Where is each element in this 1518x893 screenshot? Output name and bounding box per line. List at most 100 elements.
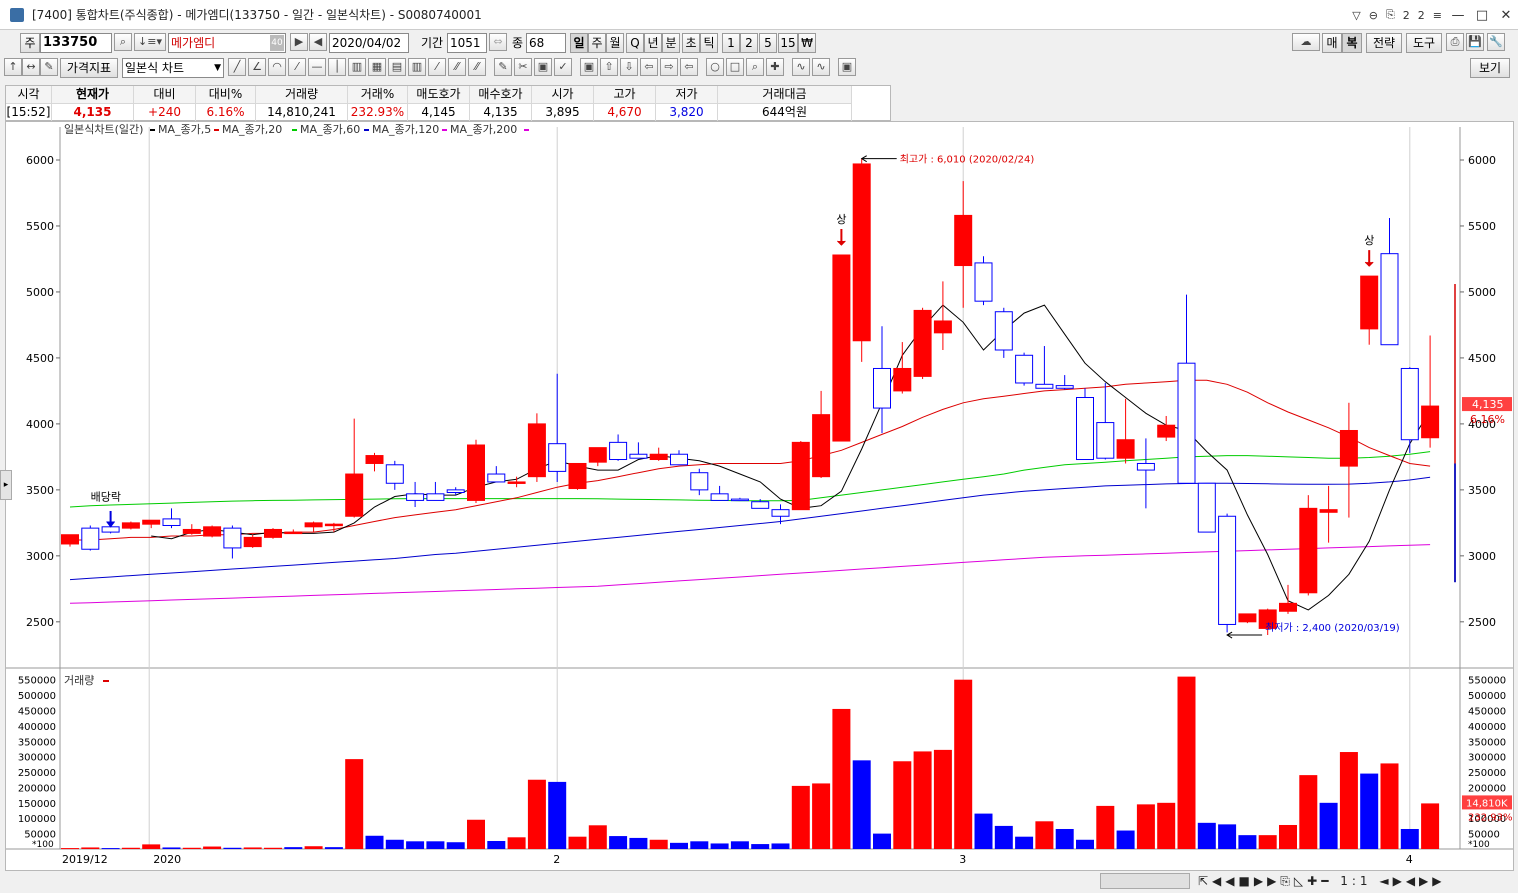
copy-icon[interactable]: ⎘ [1386, 8, 1395, 22]
wave2-icon[interactable]: ∿ [812, 58, 830, 76]
menu-icon[interactable]: ≡ [1433, 9, 1442, 22]
arrow-right-icon[interactable]: ⇨ [660, 58, 678, 76]
candle-body [609, 441, 628, 461]
split-number[interactable]: 2 [1418, 9, 1425, 22]
prev-icon[interactable]: ◀ [309, 33, 327, 51]
market-selector[interactable]: 주 [20, 33, 40, 53]
navigation-controls[interactable]: ⇱◀◀■▶▶⎘◺✚━ 1:1 ◄▶◀▶▶ [1198, 871, 1446, 891]
compound-button[interactable]: 복 [1342, 33, 1362, 53]
vol-tick-label: 100000 [18, 814, 56, 825]
pen-icon[interactable]: ✎ [494, 58, 512, 76]
period-button-3[interactable]: Q [626, 33, 644, 53]
stock-code-input[interactable]: 133750 [40, 33, 112, 53]
angle-icon[interactable]: ∠ [248, 58, 266, 76]
candle-body [365, 455, 384, 464]
y-tick-label: 3000 [26, 550, 54, 563]
scroll-thumb[interactable] [1100, 873, 1190, 889]
volume-bar [1258, 835, 1277, 849]
trendline-icon[interactable]: ╱ [228, 58, 246, 76]
candlestick-chart[interactable]: 6000 6000 5500 5500 5000 5000 4500 4500 4000 4000… [6, 122, 1513, 870]
cycle-icon[interactable]: ▥ [408, 58, 426, 76]
vline-icon[interactable]: │ [328, 58, 346, 76]
buy-sell-button[interactable]: 매 [1322, 33, 1342, 53]
quote-header: 저가 [656, 86, 717, 104]
period-button-2[interactable]: 월 [606, 33, 624, 53]
candle-body [182, 528, 201, 534]
fit-icon[interactable]: ⇔ [489, 33, 507, 51]
filter-icon[interactable]: ▽ [1352, 9, 1360, 22]
side-panel-toggle[interactable]: ▸ [0, 470, 12, 500]
period-button-0[interactable]: 일 [570, 33, 588, 53]
count-input[interactable]: 68 [526, 33, 566, 53]
fibo-icon[interactable]: ▥ [348, 58, 366, 76]
indicator-button[interactable]: 가격지표 [60, 58, 118, 78]
next-icon[interactable]: ▶ [290, 33, 308, 51]
period-button-12[interactable]: ₩ [798, 33, 816, 53]
link-icon[interactable]: ⊖ [1369, 9, 1378, 22]
candle-body [507, 481, 526, 484]
y-tick-label-right: 6000 [1468, 154, 1496, 167]
y-tick-label: 4000 [26, 418, 54, 431]
period-button-10[interactable]: 5 [759, 33, 777, 53]
channel-icon[interactable]: ⁄ [428, 58, 446, 76]
arrow-up-icon[interactable]: ⇧ [600, 58, 618, 76]
quote-header: 거래대금 [718, 86, 851, 104]
speed-icon[interactable]: ⁄⁄ [468, 58, 486, 76]
save-icon[interactable]: 💾 [1466, 33, 1484, 51]
tools-button[interactable]: 도구 [1406, 33, 1442, 53]
period-button-5[interactable]: 분 [662, 33, 680, 53]
strategy-button[interactable]: 전략 [1366, 33, 1402, 53]
date-picker[interactable]: 2020/04/02 [329, 33, 409, 53]
arrow-back-icon[interactable]: ⇦ [680, 58, 698, 76]
view-button[interactable]: 보기 [1470, 58, 1510, 78]
table-icon[interactable]: ▤ [388, 58, 406, 76]
minimize-button[interactable]: — [1446, 8, 1470, 23]
candle-body [710, 493, 729, 501]
period-button-11[interactable]: 15 [778, 33, 798, 53]
zoom-icon[interactable]: ⌕ [746, 58, 764, 76]
cloud-icon[interactable]: ☁ [1292, 33, 1320, 51]
arc-icon[interactable]: ◠ [268, 58, 286, 76]
volume-bar [1299, 775, 1318, 849]
circle-icon[interactable]: ○ [706, 58, 724, 76]
wrench-icon[interactable]: 🔧 [1487, 33, 1505, 51]
period-button-9[interactable]: 2 [740, 33, 758, 53]
candle-body [467, 444, 485, 501]
print-icon[interactable]: ⎙ [1446, 33, 1464, 51]
rect-icon[interactable]: □ [726, 58, 744, 76]
stock-name-field[interactable]: 메가엠디 40 [168, 33, 286, 53]
clear-icon[interactable]: ▣ [838, 58, 856, 76]
up-arrow-icon[interactable]: ↑ [4, 58, 22, 76]
period-button-1[interactable]: 주 [588, 33, 606, 53]
close-button[interactable]: ✕ [1494, 8, 1518, 23]
chart-type-select[interactable]: 일본식 차트 ▼ [122, 58, 224, 78]
quote-value: 4,670 [607, 105, 642, 119]
palette-icon[interactable]: ▣ [534, 58, 552, 76]
fan-icon[interactable]: ⁄ [288, 58, 306, 76]
maximize-button[interactable]: □ [1470, 8, 1494, 23]
sort-icon[interactable]: ↓≡▾ [134, 33, 166, 51]
parallel-icon[interactable]: ⁄⁄ [448, 58, 466, 76]
check-icon[interactable]: ✓ [554, 58, 572, 76]
crosshair-icon[interactable]: ✚ [766, 58, 784, 76]
search-icon[interactable]: ⌕ [114, 33, 132, 51]
screen-number[interactable]: 2 [1403, 9, 1410, 22]
chart-panel[interactable]: 6000 6000 5500 5500 5000 5000 4500 4500 4000 4000… [5, 121, 1514, 871]
cut-icon[interactable]: ✂ [514, 58, 532, 76]
expand-icon[interactable]: ↔ [22, 58, 40, 76]
grid-icon[interactable]: ▦ [368, 58, 386, 76]
volume-bar [690, 841, 709, 849]
volume-bar [527, 779, 546, 849]
period-button-4[interactable]: 년 [644, 33, 662, 53]
wave-icon[interactable]: ∿ [792, 58, 810, 76]
period-button-6[interactable]: 초 [682, 33, 700, 53]
period-input[interactable]: 1051 [447, 33, 487, 53]
memo-icon[interactable]: ▣ [580, 58, 598, 76]
period-button-7[interactable]: 틱 [700, 33, 718, 53]
arrow-down-icon[interactable]: ⇩ [620, 58, 638, 76]
hline-icon[interactable]: — [308, 58, 326, 76]
period-button-8[interactable]: 1 [722, 33, 740, 53]
arrow-left-icon[interactable]: ⇦ [640, 58, 658, 76]
edit-icon[interactable]: ✎ [40, 58, 58, 76]
title-controls: ▽ ⊖ ⎘ 2 2 ≡ — □ ✕ [1348, 0, 1518, 30]
